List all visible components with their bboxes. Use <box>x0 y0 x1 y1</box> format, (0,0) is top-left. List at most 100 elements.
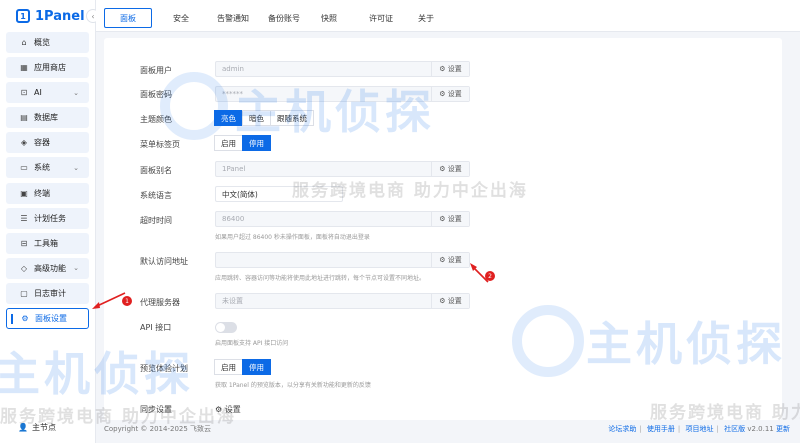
api-toggle[interactable] <box>215 322 237 333</box>
tab-about[interactable]: 关于 <box>413 8 439 28</box>
preview-hint: 获取 1Panel 的预览版本，以分享有关新功能和更新的反馈 <box>215 382 371 389</box>
sync-time-set-button[interactable]: ⚙ 设置 <box>215 404 241 415</box>
language-label: 系统语言 <box>140 191 172 200</box>
annotation-badge-1: 1 <box>122 296 132 306</box>
api-hint: 启用面板支持 API 接口访问 <box>215 340 289 347</box>
diamond-icon: ◇ <box>20 263 28 273</box>
sidebar-item-app-store[interactable]: ▦ 应用商店 <box>6 57 89 79</box>
preview-label: 预览体验计划 <box>140 364 188 373</box>
robot-icon: ⊡ <box>20 88 28 98</box>
panel-alias-label: 面板别名 <box>140 166 172 175</box>
menu-tab-enable-button[interactable]: 启用 <box>214 135 243 151</box>
sidebar-item-overview[interactable]: ⌂ 概览 <box>6 32 89 53</box>
theme-light-button[interactable]: 亮色 <box>214 110 243 126</box>
timeout-field: 86400 ⚙ 设置 <box>215 211 470 227</box>
api-label: API 接口 <box>140 323 172 332</box>
manual-link[interactable]: 使用手册 <box>647 425 675 433</box>
menu-tab-switch: 启用 停用 <box>214 135 271 151</box>
theme-dark-button[interactable]: 暗色 <box>242 110 271 126</box>
theme-system-button[interactable]: 跟随系统 <box>270 110 314 126</box>
preview-disable-button[interactable]: 停用 <box>242 359 271 375</box>
project-link[interactable]: 项目地址 <box>686 425 714 433</box>
copyright: Copyright © 2014-2025 飞致云 <box>104 425 212 433</box>
sidebar-item-ai[interactable]: ⊡ AI ⌄ <box>6 82 89 104</box>
default-url-value <box>216 253 431 267</box>
app-logo[interactable]: 1 1Panel <box>0 0 95 32</box>
settings-tabs: 面板 安全 告警通知 备份账号 快照 许可证 关于 <box>96 0 800 32</box>
sidebar-item-container[interactable]: ◈ 容器 <box>6 132 89 154</box>
panel-password-value: ****** <box>222 90 243 98</box>
terminal-icon: ▣ <box>20 188 28 198</box>
chevron-down-icon: ⌄ <box>73 163 79 172</box>
gear-icon: ⚙ <box>439 297 448 305</box>
edition-link[interactable]: 社区版 <box>724 425 745 433</box>
sidebar-item-panel-settings[interactable]: ⚙ 面板设置 <box>6 308 89 330</box>
folder-icon: ▭ <box>20 163 28 173</box>
timeout-label: 超时时间 <box>140 216 172 225</box>
sidebar-item-terminal[interactable]: ▣ 终端 <box>6 182 89 204</box>
default-url-hint: 应用跳转、容器访问等功能将使用此地址进行跳转，每个节点可设置不同地址。 <box>215 275 426 282</box>
panel-password-field: ****** ⚙ 设置 <box>215 86 470 102</box>
proxy-value: 未设置 <box>222 297 243 305</box>
panel-password-label: 面板密码 <box>140 90 172 99</box>
panel-alias-set-button[interactable]: ⚙ 设置 <box>431 162 469 176</box>
chevron-down-icon: ⌄ <box>73 88 79 97</box>
panel-password-set-button[interactable]: ⚙ 设置 <box>431 87 469 101</box>
container-icon: ◈ <box>20 138 28 148</box>
panel-user-field: admin ⚙ 设置 <box>215 61 470 77</box>
gear-icon: ⚙ <box>439 165 448 173</box>
toolbox-icon: ⊟ <box>20 238 28 248</box>
database-icon: ▤ <box>20 113 28 123</box>
panel-alias-value: 1Panel <box>222 165 246 173</box>
sidebar-item-advanced[interactable]: ◇ 高级功能 ⌄ <box>6 257 89 279</box>
language-select[interactable]: 中文(简体) <box>215 186 343 202</box>
theme-switch: 亮色 暗色 跟随系统 <box>214 110 314 126</box>
gear-icon: ⚙ <box>439 215 448 223</box>
panel-alias-field: 1Panel ⚙ 设置 <box>215 161 470 177</box>
list-icon: ☰ <box>20 213 28 223</box>
gear-icon: ⚙ <box>21 314 29 324</box>
update-link[interactable]: 更新 <box>776 425 790 433</box>
sidebar-item-database[interactable]: ▤ 数据库 <box>6 107 89 129</box>
proxy-label: 代理服务器 <box>140 298 180 307</box>
sidebar-item-system[interactable]: ▭ 系统 ⌄ <box>6 157 89 179</box>
node-selector[interactable]: 👤 主节点 <box>18 422 56 433</box>
settings-panel: 面板用户 admin ⚙ 设置 面板密码 ****** ⚙ 设置 主题颜色 亮色… <box>104 38 782 420</box>
chevron-left-icon: ‹ <box>91 11 95 21</box>
panel-user-label: 面板用户 <box>140 66 172 75</box>
tab-license[interactable]: 许可证 <box>363 8 399 28</box>
sidebar: 1 1Panel ⌂ 概览 ▦ 应用商店 ⊡ AI ⌄ ▤ 数据库 ◈ 容器 ▭ 系统 ⌄ ▣ 终… <box>0 0 96 443</box>
tab-security[interactable]: 安全 <box>166 8 196 28</box>
sidebar-item-log-audit[interactable]: ▢ 日志审计 <box>6 282 89 304</box>
sidebar-item-toolbox[interactable]: ⊟ 工具箱 <box>6 232 89 254</box>
proxy-set-button[interactable]: ⚙ 设置 <box>431 294 469 308</box>
chevron-down-icon: ⌄ <box>73 264 79 273</box>
tab-snapshot[interactable]: 快照 <box>316 8 342 28</box>
panel-user-set-button[interactable]: ⚙ 设置 <box>431 62 469 76</box>
gear-icon: ⚙ <box>439 65 448 73</box>
timeout-set-button[interactable]: ⚙ 设置 <box>431 212 469 226</box>
theme-label: 主题颜色 <box>140 115 172 124</box>
log-icon: ▢ <box>20 288 28 298</box>
sync-time-label: 同步设置 <box>140 405 172 414</box>
proxy-field: 未设置 ⚙ 设置 <box>215 293 470 309</box>
tab-backup-accounts[interactable]: 备份账号 <box>261 8 307 28</box>
sidebar-item-cron[interactable]: ☰ 计划任务 <box>6 207 89 229</box>
menu-tab-label: 菜单标签页 <box>140 140 180 149</box>
grid-icon: ▦ <box>20 63 28 73</box>
preview-switch: 启用 停用 <box>214 359 271 375</box>
tab-panel[interactable]: 面板 <box>104 8 152 28</box>
preview-enable-button[interactable]: 启用 <box>214 359 243 375</box>
panel-user-value: admin <box>222 65 244 73</box>
menu-tab-disable-button[interactable]: 停用 <box>242 135 271 151</box>
default-url-set-button[interactable]: ⚙ 设置 <box>431 253 469 267</box>
forum-link[interactable]: 论坛求助 <box>608 425 636 433</box>
user-icon: 👤 <box>18 423 28 432</box>
tab-alerts[interactable]: 告警通知 <box>210 8 256 28</box>
footer-links: 论坛求助 | 使用手册 | 项目地址 | 社区版 v2.0.11 更新 <box>608 425 790 433</box>
annotation-badge-2: 2 <box>485 271 495 281</box>
timeout-hint: 如果用户超过 86400 秒未操作面板，面板将自动退出登录 <box>215 234 370 241</box>
logo-icon: 1 <box>16 9 30 23</box>
timeout-value: 86400 <box>222 215 245 223</box>
gear-icon: ⚙ <box>439 256 448 264</box>
